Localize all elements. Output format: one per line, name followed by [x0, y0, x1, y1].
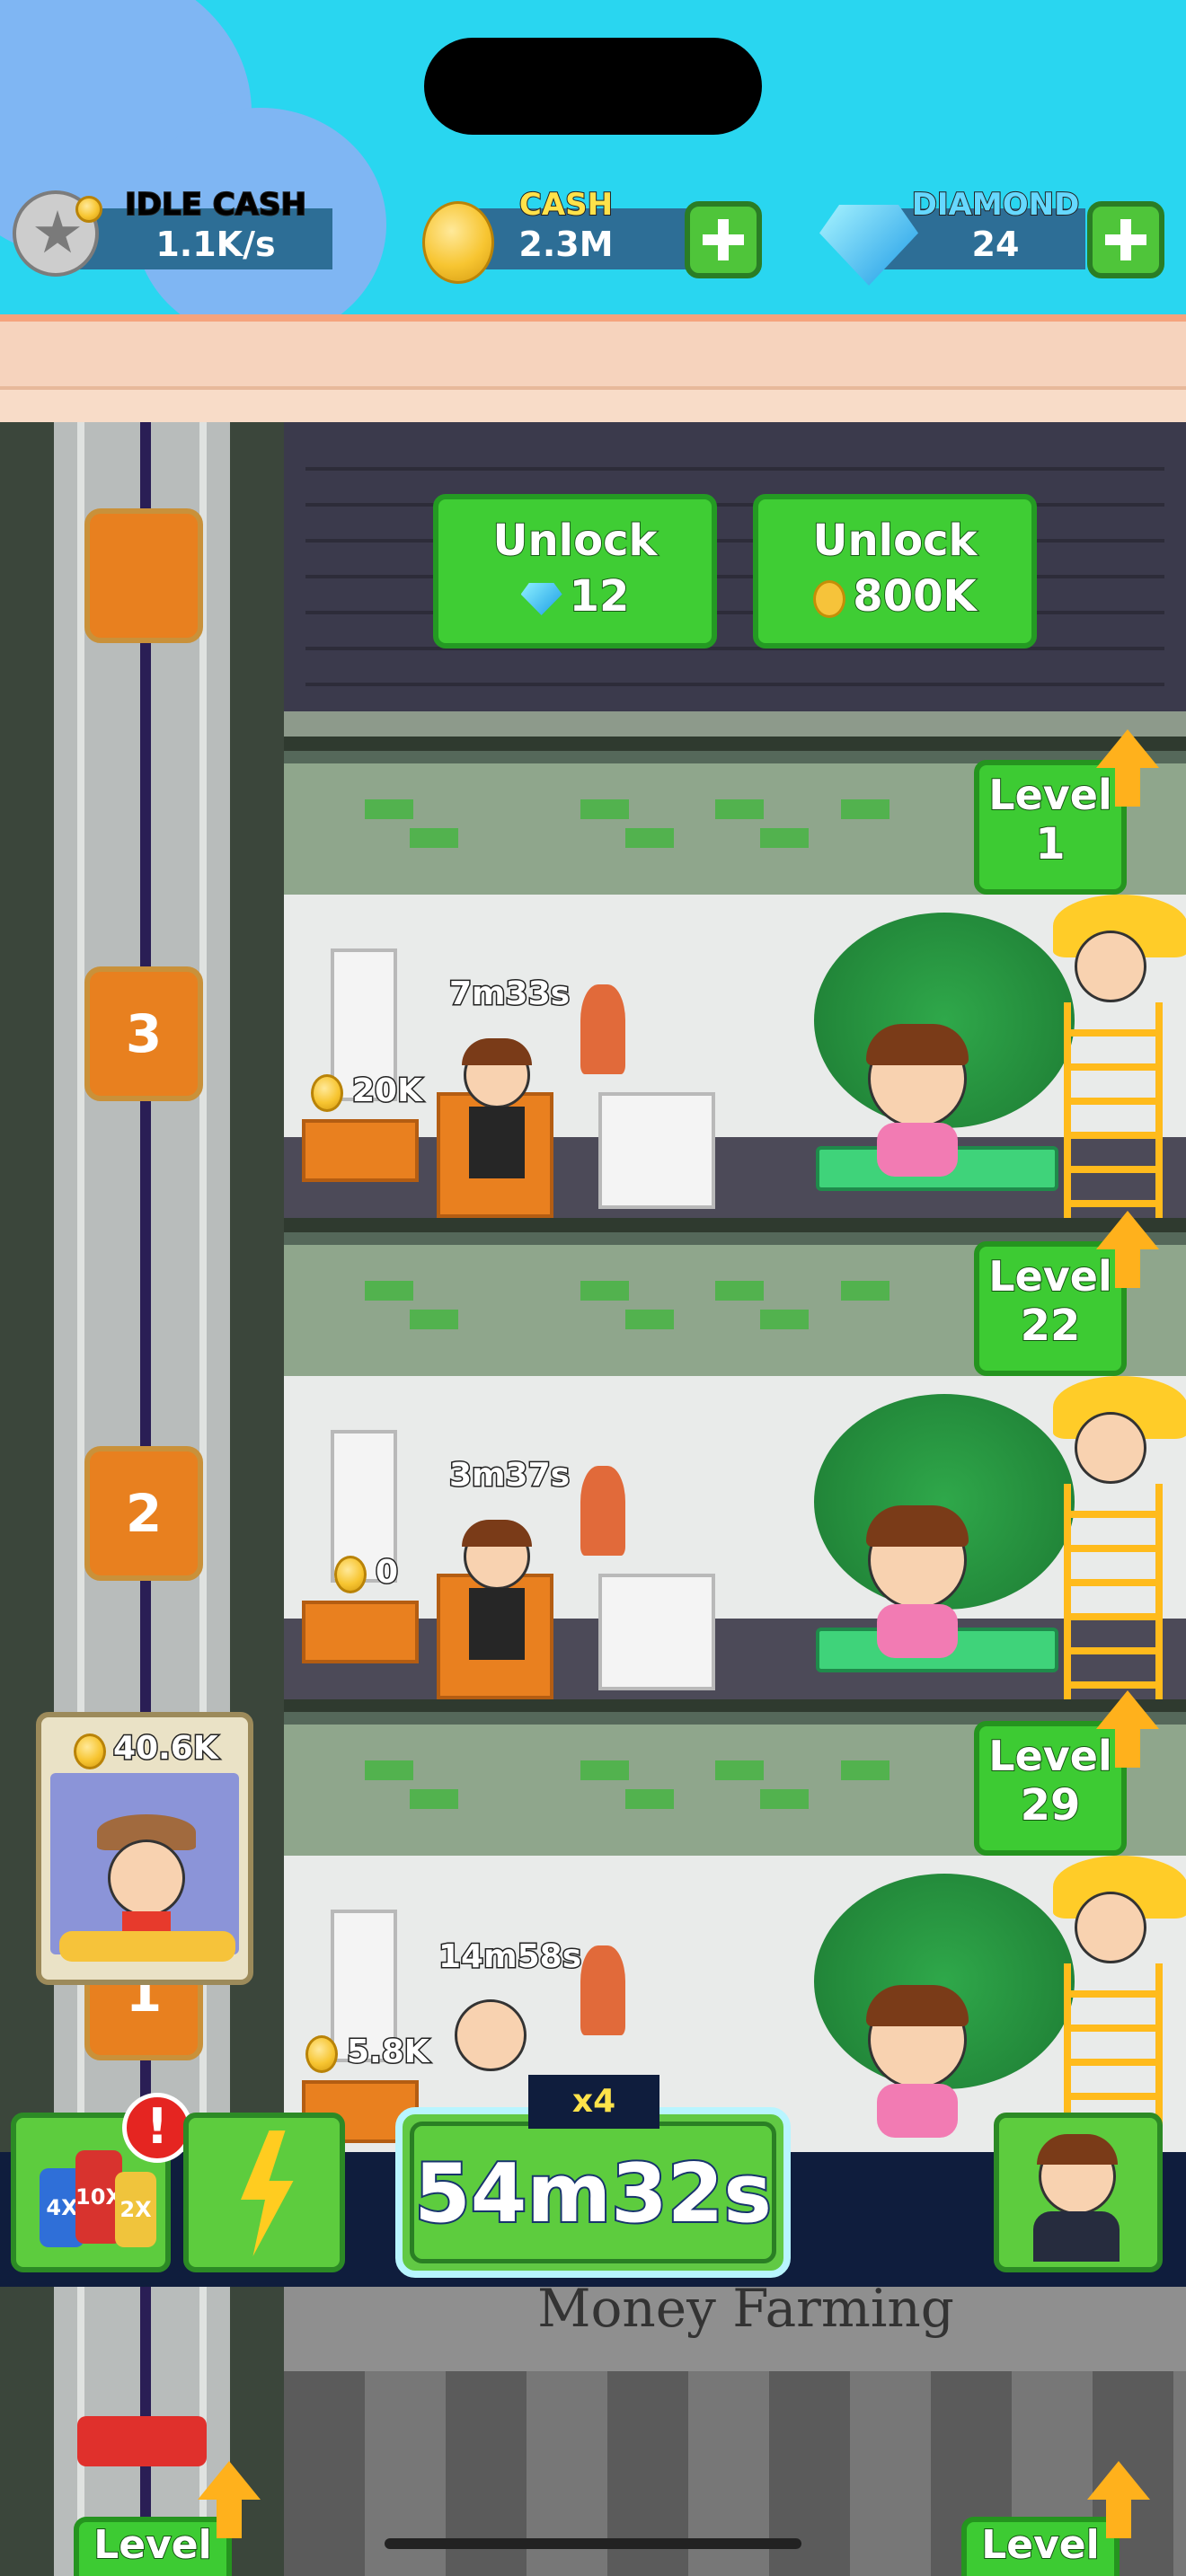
alert-badge: !: [122, 2093, 192, 2163]
unlock-diamond-cost: 12: [569, 570, 631, 622]
gardener-dress: [877, 1604, 958, 1658]
elevator-worker-amount: 40.6K: [112, 1729, 220, 1769]
idle-cash-value: 1.1K/s: [155, 225, 276, 264]
gardener-hair: [866, 1985, 969, 2026]
floor-1-earnings[interactable]: 5.8K: [346, 2033, 431, 2072]
coin-icon: [422, 201, 494, 284]
level-label: Level: [980, 2521, 1100, 2569]
floor-3-earnings[interactable]: 20K: [351, 1072, 424, 1111]
coin-icon: [813, 580, 846, 618]
diamond-stat: DIAMOND 24: [816, 186, 1085, 286]
cabinet: [598, 1574, 715, 1690]
gardener-hair: [866, 1505, 969, 1547]
plant: [580, 1466, 625, 1556]
boost-timer-value: 54m32s: [412, 2145, 774, 2243]
coin-pile: [59, 1931, 235, 1962]
level-label: Level: [987, 1251, 1112, 1301]
roof-trim: [0, 386, 1186, 422]
floor-1-timer: 14m58s: [437, 1937, 582, 1977]
farmer-avatar: [1075, 1412, 1146, 1484]
diamond-icon: [520, 583, 562, 615]
worker-hair: [462, 1520, 532, 1547]
floor-3-level-value: 1: [1034, 818, 1066, 870]
worker-hair: [462, 1038, 532, 1065]
level-label: Level: [93, 2521, 212, 2569]
floor-3-level-button[interactable]: Level 1: [974, 760, 1127, 895]
unlock-coin-cost: 800K: [852, 570, 977, 622]
diamond-icon: [819, 205, 918, 286]
floor-2-room: [284, 1376, 1186, 1699]
elevator-car: [77, 2416, 207, 2466]
floor-button-locked[interactable]: [84, 508, 203, 643]
unlock-with-diamond-button[interactable]: Unlock 12: [433, 494, 717, 648]
floor-ledge: [284, 711, 1186, 737]
idle-cash-label: IDLE CASH: [124, 186, 307, 224]
coin-icon: [74, 1734, 106, 1769]
plant: [580, 1945, 625, 2035]
worker-suit: [469, 1588, 525, 1660]
gardener-hair: [866, 1024, 969, 1065]
floor-button-2[interactable]: 2: [84, 1446, 203, 1581]
gardener-dress: [877, 2084, 958, 2138]
idle-cash-stat[interactable]: IDLE CASH 1.1K/s: [9, 186, 332, 277]
coin-icon: [311, 1074, 343, 1112]
coin-icon: [75, 196, 102, 223]
floor-3-timer: 7m33s: [447, 975, 571, 1014]
floor-3-room: [284, 895, 1186, 1218]
home-indicator[interactable]: [385, 2538, 801, 2549]
add-cash-button[interactable]: [685, 201, 762, 278]
boost-multiplier: x4: [528, 2075, 659, 2129]
booster-bottle-2x: 2X: [115, 2172, 156, 2247]
unlock-with-coins-button[interactable]: Unlock 800K: [753, 494, 1037, 648]
manager-suit: [1033, 2211, 1120, 2262]
cabinet: [598, 1092, 715, 1209]
speed-boost-button[interactable]: [183, 2113, 345, 2272]
floor-2-level-button[interactable]: Level 22: [974, 1241, 1127, 1376]
unlock-label: Unlock: [492, 515, 659, 567]
farmer-avatar: [1075, 931, 1146, 1002]
plant: [580, 984, 625, 1074]
cash-label: CASH: [518, 186, 614, 224]
elevator-worker-card[interactable]: 40.6K: [36, 1712, 253, 1985]
elevator-level-button[interactable]: Level: [74, 2517, 232, 2576]
floor-button-3[interactable]: 3: [84, 966, 203, 1101]
shop-level-button[interactable]: Level: [961, 2517, 1120, 2576]
shop-sign: Money Farming: [537, 2278, 954, 2339]
boost-timer-button[interactable]: 54m32s: [395, 2107, 791, 2278]
farmer-avatar: [1075, 1892, 1146, 1963]
diamond-value: 24: [971, 225, 1020, 264]
add-diamond-button[interactable]: [1087, 201, 1164, 278]
ladder: [1064, 1484, 1163, 1699]
lightning-icon: [241, 2130, 294, 2256]
unlock-label: Unlock: [812, 515, 978, 567]
level-label: Level: [987, 770, 1112, 820]
desk: [302, 1601, 419, 1663]
floor-2-earnings[interactable]: 0: [374, 1553, 399, 1592]
floor-2-level-value: 22: [1020, 1300, 1082, 1352]
coin-icon: [305, 2035, 338, 2073]
gardener-dress: [877, 1123, 958, 1177]
desk: [302, 1119, 419, 1182]
elevator-worker-avatar: [108, 1839, 185, 1917]
camera-notch: [424, 38, 762, 135]
manager-button[interactable]: [994, 2113, 1163, 2272]
worker-suit: [469, 1107, 525, 1178]
coin-icon: [334, 1556, 367, 1593]
floor-1-level-button[interactable]: Level 29: [974, 1721, 1127, 1856]
worker-avatar: [455, 1999, 527, 2071]
floor-2-timer: 3m37s: [447, 1456, 571, 1495]
floor-1-level-value: 29: [1020, 1779, 1082, 1831]
diamond-label: DIAMOND: [911, 186, 1081, 224]
ladder: [1064, 1002, 1163, 1218]
cash-value: 2.3M: [518, 225, 614, 264]
level-label: Level: [987, 1731, 1112, 1781]
